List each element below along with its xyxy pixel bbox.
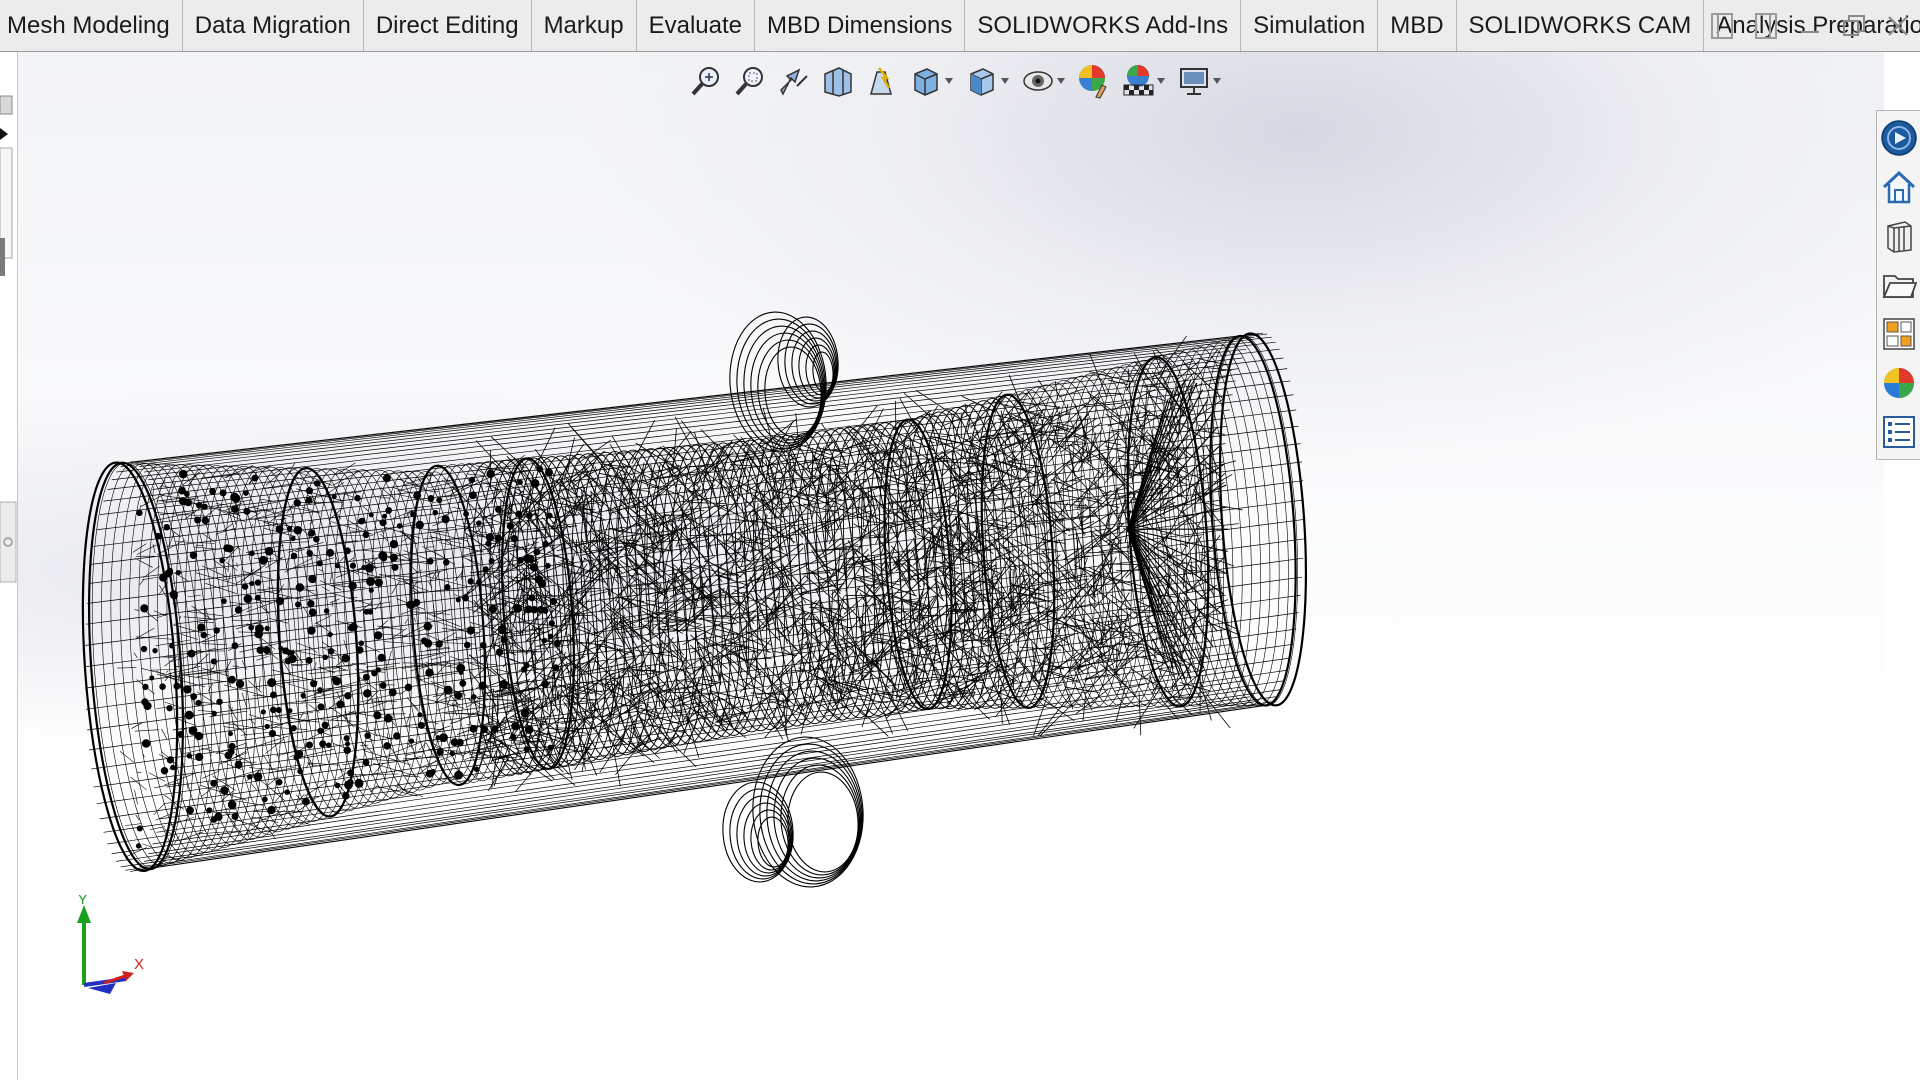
display-style-dropdown-icon[interactable] (1000, 60, 1010, 102)
solidworks-resources-icon[interactable] (1879, 115, 1919, 160)
graphics-area[interactable] (18, 52, 1884, 1080)
view-settings-dropdown-icon[interactable] (1212, 60, 1222, 102)
command-manager-tab-bar: Mesh Modeling Data Migration Direct Edit… (0, 0, 1920, 52)
hide-show-dropdown-icon[interactable] (1056, 60, 1066, 102)
file-explorer-icon[interactable] (1879, 262, 1919, 307)
home-icon[interactable] (1879, 164, 1919, 209)
previous-view-icon[interactable] (774, 60, 814, 102)
tab-markup[interactable]: Markup (532, 0, 637, 51)
panel-right-icon[interactable] (1748, 8, 1784, 44)
display-style-icon[interactable] (962, 60, 1002, 102)
restore-icon[interactable] (1836, 8, 1872, 44)
wireframe-geometry (71, 309, 1317, 891)
triad-y-label: Y (78, 895, 88, 907)
tab-mesh-modeling[interactable]: Mesh Modeling (0, 0, 183, 51)
panel-left-icon[interactable] (1704, 8, 1740, 44)
triad-x-label: X (134, 956, 144, 973)
tab-data-migration[interactable]: Data Migration (183, 0, 364, 51)
appearances-icon[interactable] (1879, 361, 1919, 406)
task-pane-tabs (1876, 110, 1920, 460)
tab-simulation[interactable]: Simulation (1241, 0, 1378, 51)
tab-solidworks-add-ins[interactable]: SOLIDWORKS Add-Ins (965, 0, 1241, 51)
tab-mbd-dimensions[interactable]: MBD Dimensions (755, 0, 965, 51)
tab-evaluate[interactable]: Evaluate (637, 0, 755, 51)
window-controls (1700, 0, 1920, 51)
hide-show-items-icon[interactable] (1018, 60, 1058, 102)
left-edge-controls (0, 52, 18, 1080)
feature-manager-collapsed-edge (0, 52, 18, 1080)
zoom-to-area-icon[interactable] (730, 60, 770, 102)
heads-up-view-toolbar (686, 58, 1226, 104)
custom-properties-icon[interactable] (1879, 410, 1919, 455)
dynamic-annotation-views-icon[interactable] (862, 60, 902, 102)
apply-scene-icon[interactable] (1118, 60, 1158, 102)
triad-y-arrow-icon (77, 905, 91, 923)
section-view-icon[interactable] (818, 60, 858, 102)
view-settings-icon[interactable] (1174, 60, 1214, 102)
reference-triad: Y X (68, 895, 158, 1005)
tab-mbd[interactable]: MBD (1378, 0, 1456, 51)
command-manager-tabs: Mesh Modeling Data Migration Direct Edit… (0, 0, 1920, 51)
view-orientation-icon[interactable] (906, 60, 946, 102)
close-icon[interactable] (1880, 8, 1916, 44)
view-palette-icon[interactable] (1879, 312, 1919, 357)
zoom-to-fit-icon[interactable] (686, 60, 726, 102)
edit-appearance-icon[interactable] (1074, 60, 1114, 102)
tab-solidworks-cam[interactable]: SOLIDWORKS CAM (1457, 0, 1705, 51)
design-library-icon[interactable] (1879, 213, 1919, 258)
apply-scene-dropdown-icon[interactable] (1156, 60, 1166, 102)
tab-direct-editing[interactable]: Direct Editing (364, 0, 532, 51)
turbine-wireframe-model[interactable] (18, 52, 1884, 1080)
view-orientation-dropdown-icon[interactable] (944, 60, 954, 102)
minimize-icon[interactable] (1792, 8, 1828, 44)
